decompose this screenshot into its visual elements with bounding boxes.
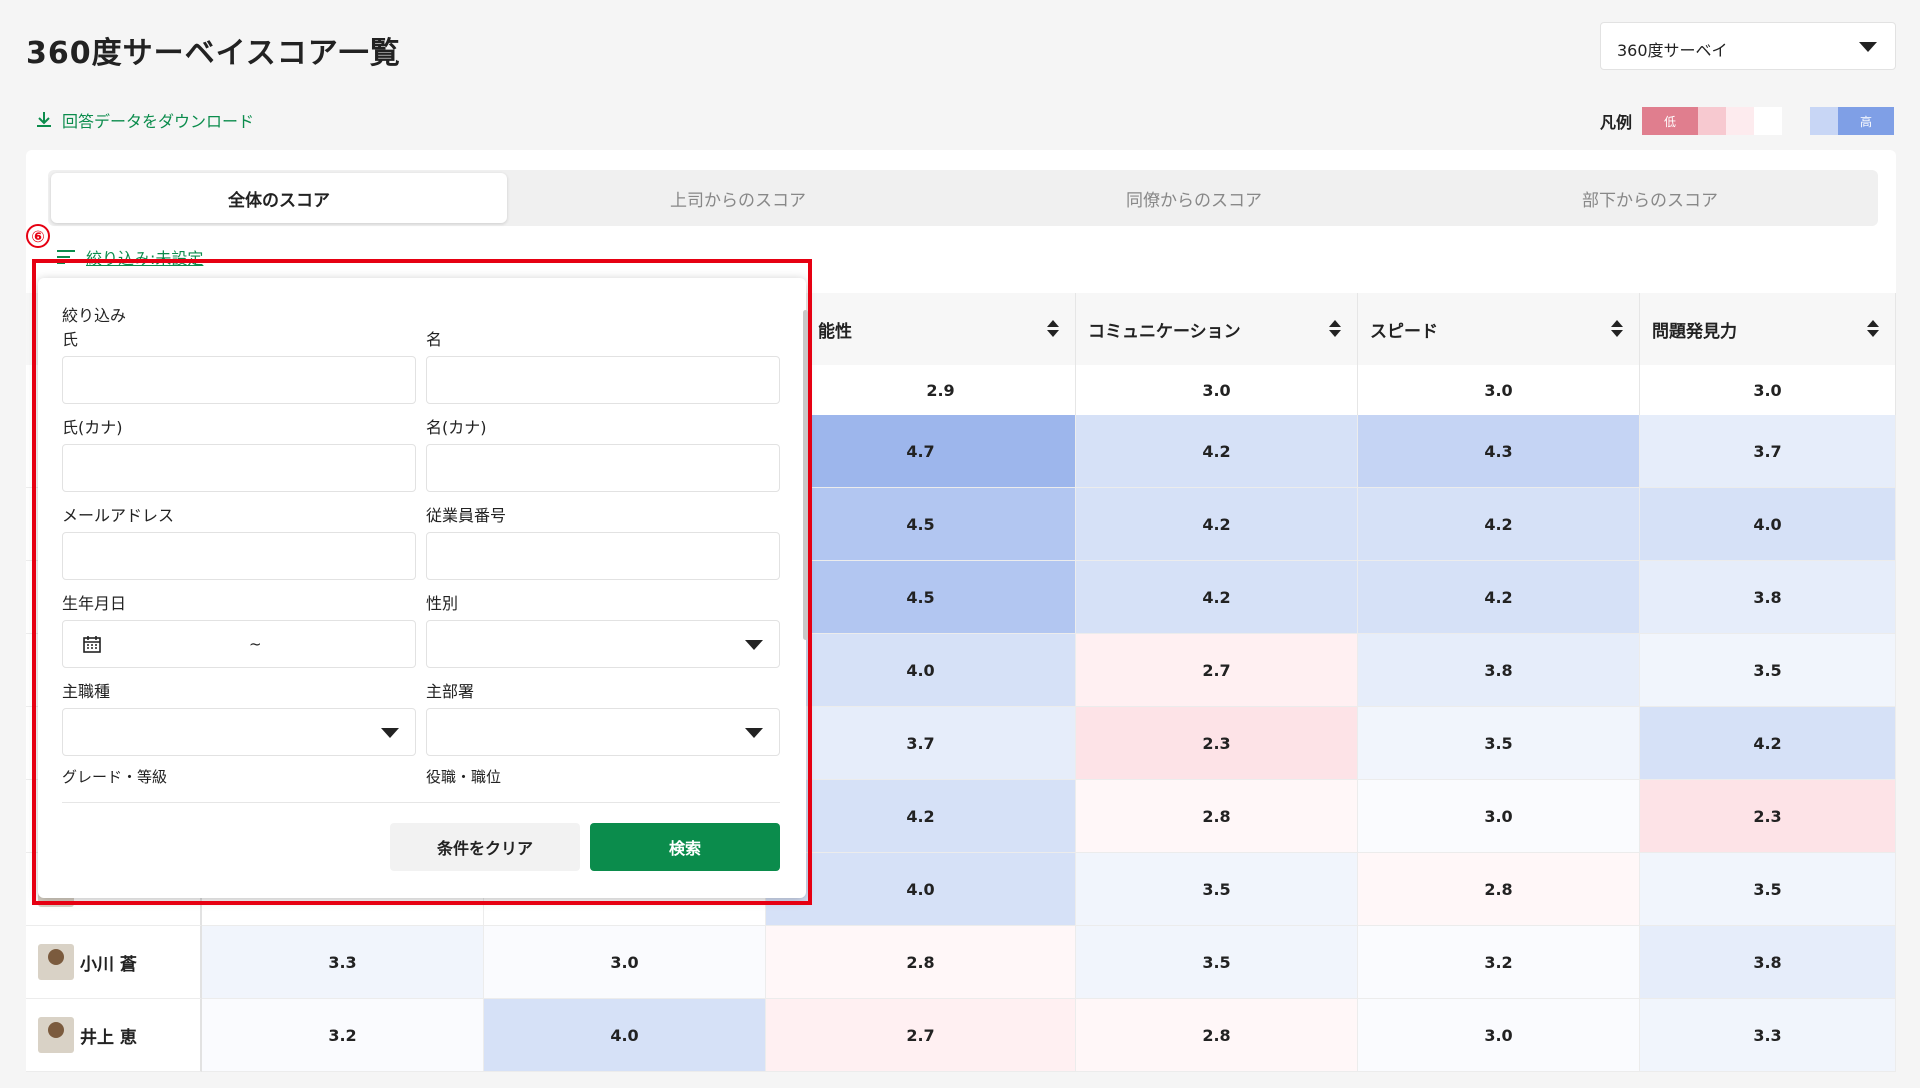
page-title: 360度サーベイスコア一覧 [26,36,401,71]
survey-select[interactable]: 360度サーベイ [1600,22,1896,70]
name-cell[interactable]: 井上 恵 [26,999,202,1072]
average-cell: 3.0 [1358,365,1640,415]
score-cell: 2.7 [1076,634,1358,707]
score-cell: 2.8 [1076,780,1358,853]
legend-swatch [1754,107,1783,135]
legend-low: 低 [1642,107,1699,135]
score-cell: 3.5 [1076,853,1358,926]
name-cell[interactable]: 小川 蒼 [26,926,202,999]
column-header[interactable]: スピード [1358,293,1640,365]
score-cell: 4.0 [484,999,766,1072]
score-cell: 4.0 [1640,488,1896,561]
column-header[interactable]: コミュニケーション [1076,293,1358,365]
average-cell: 3.0 [1076,365,1358,415]
legend-label: 凡例 [1600,113,1633,132]
score-cell: 4.5 [766,561,1076,634]
score-cell: 2.8 [1076,999,1358,1072]
score-cell: 2.3 [1640,780,1896,853]
legend-swatch [1782,107,1811,135]
score-cell: 3.5 [1640,853,1896,926]
column-header[interactable]: 能性 [806,293,1076,365]
score-cell: 2.8 [1358,853,1640,926]
score-cell: 4.5 [766,488,1076,561]
score-cell: 2.7 [766,999,1076,1072]
score-cell: 3.5 [1640,634,1896,707]
score-cell: 4.2 [1076,488,1358,561]
avatar [38,1017,74,1053]
average-cell: 3.0 [1640,365,1896,415]
score-cell: 3.3 [1640,999,1896,1072]
score-cell: 3.5 [1358,707,1640,780]
tab-supervisor[interactable]: 上司からのスコア [510,170,966,226]
annotation-marker: ⑥ [26,224,50,248]
score-cell: 4.2 [1640,707,1896,780]
score-cell: 3.0 [1358,780,1640,853]
employee-name: 小川 蒼 [80,954,137,975]
download-link[interactable]: 回答データをダウンロード [34,108,254,132]
average-cell: 2.9 [806,365,1076,415]
score-cell: 3.0 [484,926,766,999]
score-cell: 4.2 [1076,415,1358,488]
score-tabs: 全体のスコア 上司からのスコア 同僚からのスコア 部下からのスコア [48,170,1878,226]
score-cell: 3.7 [766,707,1076,780]
tab-peer[interactable]: 同僚からのスコア [966,170,1422,226]
score-cell: 3.3 [202,926,484,999]
score-cell: 2.8 [766,926,1076,999]
legend-swatch [1726,107,1755,135]
chevron-down-icon [1859,42,1877,52]
survey-select-value: 360度サーベイ [1617,41,1728,60]
score-cell: 3.8 [1358,634,1640,707]
score-cell: 4.2 [1358,488,1640,561]
score-cell: 2.3 [1076,707,1358,780]
score-cell: 3.7 [1640,415,1896,488]
score-cell: 4.2 [766,780,1076,853]
tab-subordinate[interactable]: 部下からのスコア [1422,170,1878,226]
score-cell: 4.2 [1358,561,1640,634]
score-cell: 4.0 [766,634,1076,707]
score-cell: 3.8 [1640,561,1896,634]
score-cell: 4.2 [1076,561,1358,634]
legend-high: 高 [1838,107,1895,135]
tab-overall[interactable]: 全体のスコア [51,173,507,223]
legend-swatch [1698,107,1727,135]
score-cell: 3.5 [1076,926,1358,999]
legend: 凡例 低 高 [1600,107,1895,135]
score-cell: 4.0 [766,853,1076,926]
avatar [38,944,74,980]
score-cell: 3.8 [1640,926,1896,999]
score-cell: 4.7 [766,415,1076,488]
score-cell: 4.3 [1358,415,1640,488]
score-cell: 3.0 [1358,999,1640,1072]
download-icon [37,112,51,127]
score-cell: 3.2 [1358,926,1640,999]
legend-swatch [1810,107,1839,135]
download-label: 回答データをダウンロード [62,112,255,131]
annotation-highlight [32,259,812,905]
employee-name: 井上 恵 [80,1027,137,1048]
column-header[interactable]: 問題発見力 [1640,293,1896,365]
score-cell: 3.2 [202,999,484,1072]
